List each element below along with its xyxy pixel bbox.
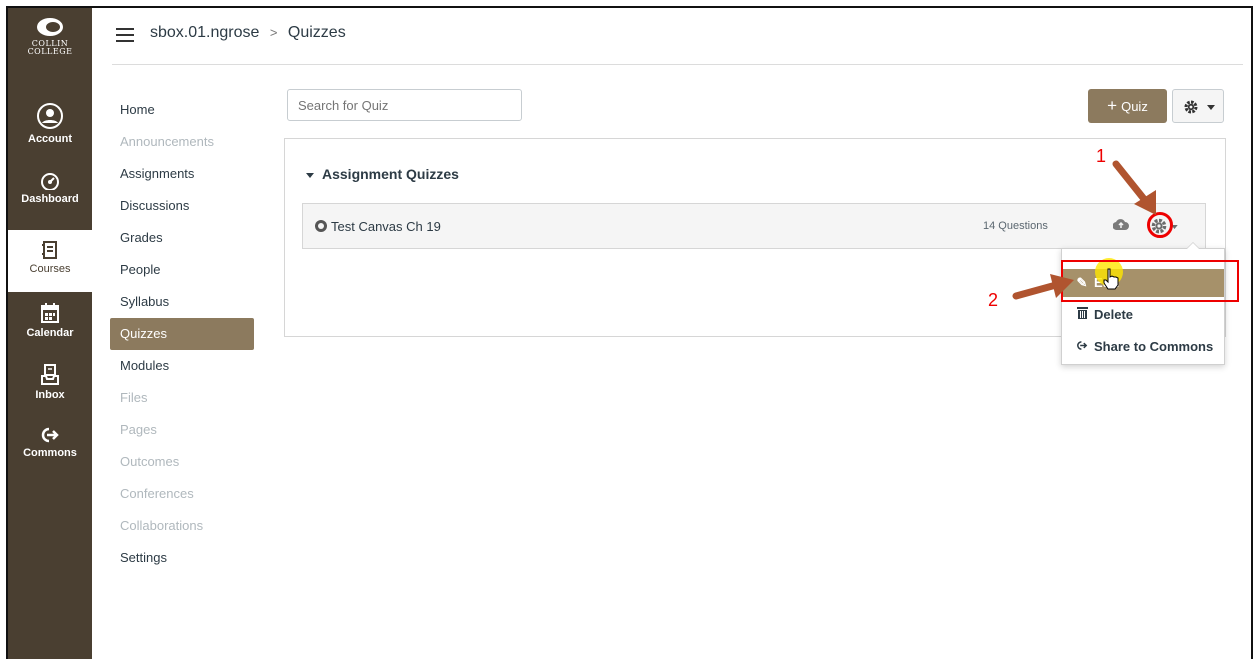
annotation-arrow-2 [1012,274,1074,300]
global-nav-courses[interactable]: Courses [8,230,92,292]
global-nav-commons[interactable]: Commons [8,426,92,459]
global-nav-calendar-label: Calendar [26,327,74,339]
course-nav-syllabus[interactable]: Syllabus [110,286,254,318]
calendar-icon [41,303,59,323]
caret-down-icon [306,172,314,178]
quiz-question-count: 14 Questions [983,220,1048,232]
dashboard-icon [41,173,59,190]
course-nav-files[interactable]: Files [110,382,254,414]
quiz-title-link[interactable]: Test Canvas Ch 19 [331,219,441,234]
course-nav: Home Announcements Assignments Discussio… [110,94,254,574]
hamburger-menu-icon[interactable] [116,28,134,42]
trash-icon [1074,301,1090,329]
global-nav-commons-label: Commons [23,447,77,459]
global-nav-inbox-label: Inbox [35,389,65,401]
course-nav-quizzes[interactable]: Quizzes [110,318,254,350]
global-nav-calendar[interactable]: Calendar [8,302,92,339]
course-nav-people[interactable]: People [110,254,254,286]
breadcrumb-separator: > [269,25,278,40]
account-icon [37,103,63,129]
menu-item-share-to-commons[interactable]: Share to Commons [1062,333,1224,361]
global-nav-inbox[interactable]: Inbox [8,364,92,401]
course-nav-modules[interactable]: Modules [110,350,254,382]
course-nav-grades[interactable]: Grades [110,222,254,254]
quiz-icon [315,220,327,232]
global-nav-account[interactable]: Account [8,102,92,145]
global-nav-account-label: Account [28,133,72,145]
quiz-row[interactable]: Test Canvas Ch 19 14 Questions [302,203,1206,249]
global-nav-dashboard[interactable]: Dashboard [8,172,92,205]
annotation-box-edit [1061,260,1239,302]
gear-icon [1184,100,1198,114]
course-nav-pages[interactable]: Pages [110,414,254,446]
commons-icon [41,427,59,443]
course-nav-settings[interactable]: Settings [110,542,254,574]
global-nav: COLLIN COLLEGE Account Dashboard Courses… [8,8,92,659]
menu-item-delete[interactable]: Delete [1062,301,1224,329]
global-nav-courses-label: Courses [29,263,71,275]
breadcrumb: sbox.01.ngrose > Quizzes [150,24,346,42]
course-nav-assignments[interactable]: Assignments [110,158,254,190]
college-logo[interactable]: COLLIN COLLEGE [8,18,92,56]
menu-item-share-label: Share to Commons [1094,339,1214,354]
chevron-down-icon [1207,105,1215,110]
quiz-group-header[interactable]: Assignment Quizzes [306,166,459,182]
inbox-icon [41,364,59,385]
annotation-arrow-1 [1112,160,1156,215]
course-nav-announcements[interactable]: Announcements [110,126,254,158]
logo-text-line2: COLLEGE [27,47,73,56]
annotation-step-1: 1 [1096,146,1107,166]
quizzes-settings-button[interactable] [1172,89,1224,123]
course-nav-conferences[interactable]: Conferences [110,478,254,510]
course-nav-collaborations[interactable]: Collaborations [110,510,254,542]
search-input[interactable] [287,89,522,121]
add-quiz-label: Quiz [1121,99,1148,114]
quiz-group-title: Assignment Quizzes [322,166,459,182]
global-nav-dashboard-label: Dashboard [21,193,79,205]
courses-icon [42,241,57,259]
header-divider [112,64,1243,65]
course-nav-home[interactable]: Home [110,94,254,126]
menu-item-delete-label: Delete [1094,307,1134,322]
plus-icon: + [1107,96,1118,115]
breadcrumb-course-link[interactable]: sbox.01.ngrose [150,24,259,41]
publish-cloud-icon[interactable] [1113,218,1129,232]
add-quiz-button[interactable]: + Quiz [1088,89,1167,123]
annotation-step-2: 2 [988,290,999,310]
course-nav-outcomes[interactable]: Outcomes [110,446,254,478]
logo-mark [37,18,63,36]
share-icon [1074,333,1090,361]
breadcrumb-current-page: Quizzes [287,24,346,41]
course-nav-discussions[interactable]: Discussions [110,190,254,222]
